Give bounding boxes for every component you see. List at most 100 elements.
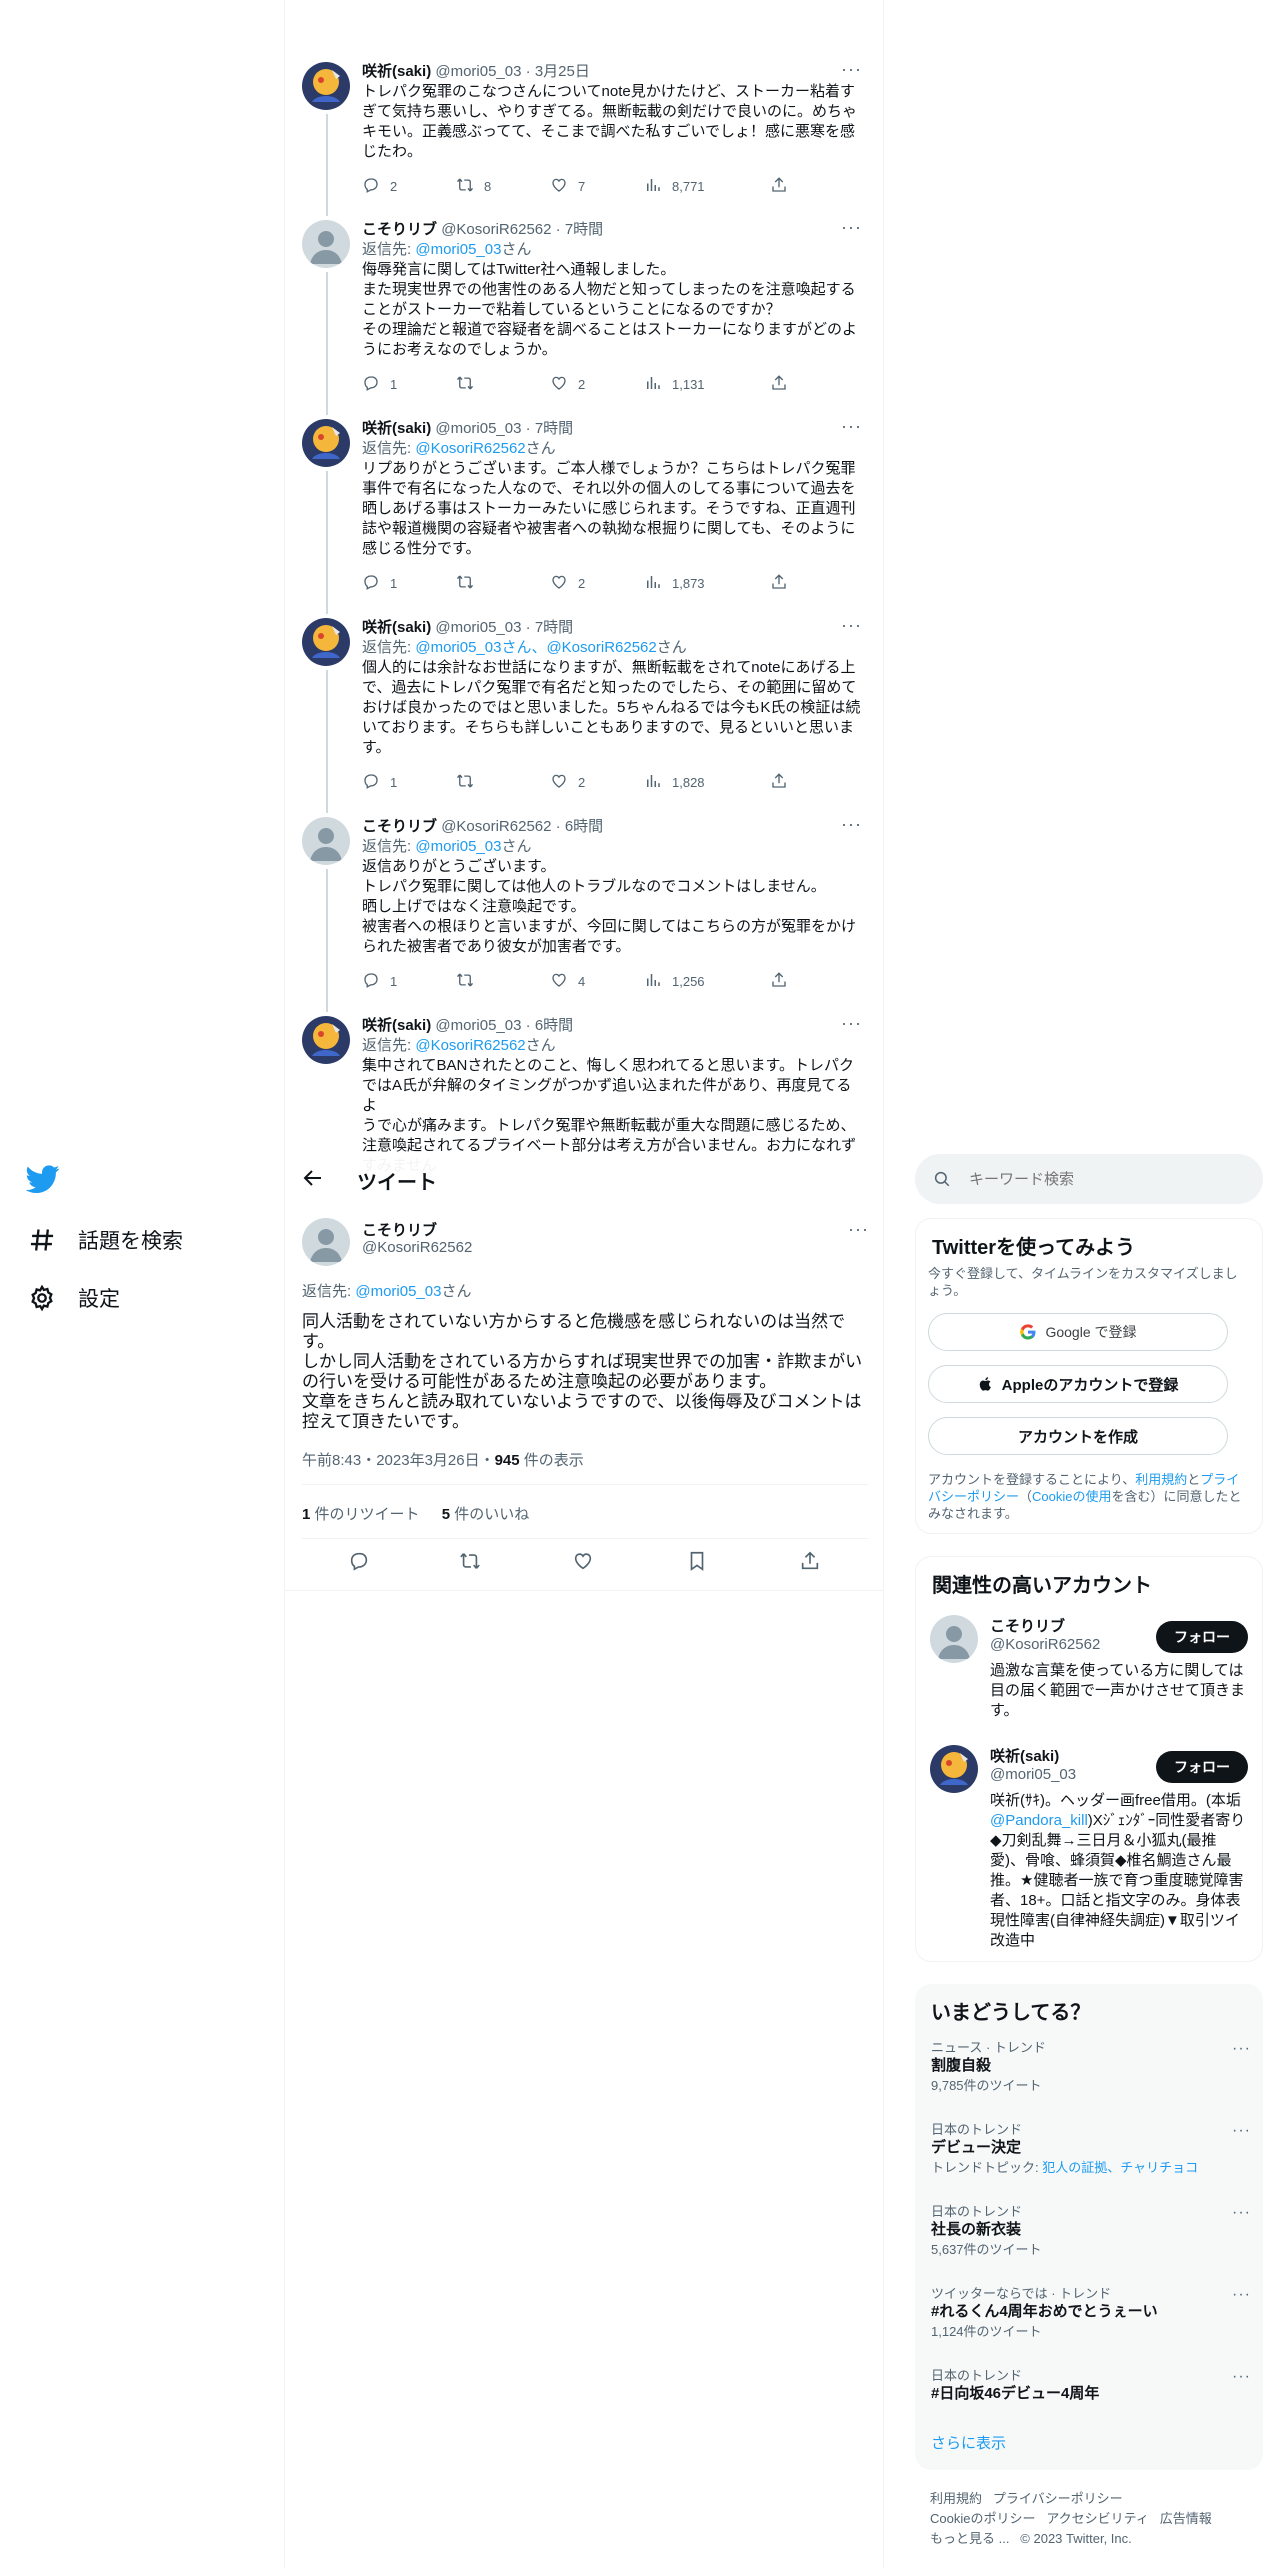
search-input[interactable] — [969, 1164, 1249, 1194]
avatar[interactable] — [930, 1745, 978, 1793]
privacy-link[interactable]: プライ — [1200, 1472, 1239, 1487]
more-icon[interactable]: ··· — [841, 60, 862, 78]
timestamp-text[interactable]: 午前8:43・2023年3月26日・ — [302, 1452, 495, 1469]
tweet-time[interactable]: 6時間 — [535, 1017, 573, 1034]
author-name[interactable]: 咲祈(saki) — [362, 63, 431, 80]
apple-signup-button[interactable]: Appleのアカウントで登録 — [928, 1365, 1228, 1403]
reply-icon[interactable] — [348, 1550, 370, 1577]
account-name[interactable]: こそりリブ — [990, 1615, 1065, 1636]
thread-tweet[interactable]: 咲祈(saki) @mori05_03 · 7時間 ··· 返信先: @mori05… — [302, 616, 868, 813]
reply-action[interactable]: 1 — [362, 573, 397, 594]
more-icon[interactable]: ··· — [841, 417, 862, 435]
create-account-button[interactable]: アカウントを作成 — [928, 1417, 1228, 1455]
tweet-time[interactable]: 6時間 — [565, 818, 603, 835]
footer-link[interactable]: 広告情報 — [1160, 2511, 1212, 2526]
views-action[interactable]: 1,828 — [644, 772, 705, 793]
nav-explore[interactable]: 話題を検索 — [28, 1220, 183, 1260]
share-action[interactable] — [770, 374, 788, 395]
like-action[interactable]: 2 — [550, 573, 585, 594]
reply-action[interactable]: 2 — [362, 176, 397, 197]
author-handle[interactable]: @KosoriR62562 — [441, 818, 551, 835]
views-action[interactable]: 8,771 — [644, 176, 705, 197]
author-name[interactable]: 咲祈(saki) — [362, 619, 431, 636]
avatar[interactable] — [302, 419, 350, 467]
twitter-logo-icon[interactable] — [25, 1162, 60, 1201]
reply-to-link[interactable]: @mori05_03 — [415, 241, 501, 258]
thread-tweet[interactable]: こそりリブ @KosoriR62562 · 6時間 ··· 返信先: @mori05… — [302, 815, 868, 1012]
retweet-action[interactable] — [456, 573, 484, 594]
more-icon[interactable]: ··· — [848, 1220, 869, 1238]
footer-link[interactable]: プライバシーポリシー — [993, 2491, 1123, 2506]
share-icon[interactable] — [799, 1550, 821, 1577]
author-handle[interactable]: @mori05_03 — [435, 619, 521, 636]
share-action[interactable] — [770, 971, 788, 992]
google-signup-button[interactable]: Google で登録 — [928, 1313, 1228, 1351]
follow-button[interactable]: フォロー — [1156, 1751, 1248, 1783]
nav-settings[interactable]: 設定 — [28, 1278, 120, 1318]
like-stat[interactable]: 5 件のいいね — [442, 1506, 530, 1523]
author-name[interactable]: こそりリブ — [362, 1219, 437, 1240]
account-name[interactable]: 咲祈(saki) — [990, 1745, 1059, 1766]
tweet-time[interactable]: 7時間 — [535, 420, 573, 437]
like-action[interactable]: 7 — [550, 176, 585, 197]
trend-item[interactable]: ニュース · トレンド 割腹自殺 9,785件のツイート ··· — [931, 2040, 1251, 2094]
avatar[interactable] — [302, 1016, 350, 1064]
terms-link[interactable]: 利用規約 — [1135, 1472, 1187, 1487]
reply-to-link[interactable]: @mori05_03さん、@KosoriR62562 — [415, 639, 656, 656]
author-name[interactable]: 咲祈(saki) — [362, 420, 431, 437]
cookie-link[interactable]: Cookieの使用 — [1032, 1489, 1111, 1504]
like-action[interactable]: 2 — [550, 374, 585, 395]
trend-item[interactable]: 日本のトレンド #日向坂46デビュー4周年 ··· — [931, 2368, 1251, 2404]
more-icon[interactable]: ··· — [841, 218, 862, 236]
thread-tweet[interactable]: 咲祈(saki) @mori05_03 · 7時間 ··· 返信先: @Kosori… — [302, 417, 868, 614]
like-action[interactable]: 4 — [550, 971, 585, 992]
share-action[interactable] — [770, 573, 788, 594]
account-handle[interactable]: @mori05_03 — [990, 1766, 1076, 1783]
reply-action[interactable]: 1 — [362, 971, 397, 992]
more-icon[interactable]: ··· — [841, 616, 862, 634]
trend-item[interactable]: ツイッターならでは · トレンド #れるくん4周年おめでとうぇーい 1,124件のツ… — [931, 2286, 1251, 2340]
avatar[interactable] — [302, 62, 350, 110]
retweet-action[interactable] — [456, 971, 484, 992]
more-icon[interactable]: ··· — [1232, 2122, 1251, 2140]
avatar[interactable] — [930, 1615, 978, 1663]
more-icon[interactable]: ··· — [841, 815, 862, 833]
retweet-action[interactable]: 8 — [456, 176, 491, 197]
like-icon[interactable] — [572, 1550, 594, 1577]
reply-to-link[interactable]: @mori05_03 — [355, 1283, 441, 1300]
trend-topic-links[interactable]: 犯人の証拠、チャリチョコ — [1042, 2160, 1198, 2175]
reply-to-link[interactable]: @KosoriR62562 — [415, 440, 525, 457]
thread-tweet[interactable]: こそりリブ @KosoriR62562 · 7時間 ··· 返信先: @mori05… — [302, 218, 868, 415]
like-action[interactable]: 2 — [550, 772, 585, 793]
back-arrow-icon[interactable] — [301, 1166, 325, 1195]
more-icon[interactable]: ··· — [1232, 2040, 1251, 2058]
footer-link[interactable]: Cookieのポリシー — [930, 2511, 1035, 2526]
views-action[interactable]: 1,131 — [644, 374, 705, 395]
retweet-icon[interactable] — [459, 1550, 481, 1577]
show-more-link[interactable]: さらに表示 — [931, 2432, 1006, 2453]
more-icon[interactable]: ··· — [841, 1014, 862, 1032]
avatar[interactable] — [302, 220, 350, 268]
retweet-action[interactable] — [456, 374, 484, 395]
author-name[interactable]: こそりリブ — [362, 221, 437, 238]
share-action[interactable] — [770, 772, 788, 793]
trend-item[interactable]: 日本のトレンド デビュー決定 トレンドトピック: 犯人の証拠、チャリチョコ ··· — [931, 2122, 1251, 2176]
retweet-stat[interactable]: 1 件のリツイート — [302, 1506, 420, 1523]
tweet-time[interactable]: 7時間 — [535, 619, 573, 636]
retweet-action[interactable] — [456, 772, 484, 793]
footer-link[interactable]: アクセシビリティ — [1046, 2511, 1149, 2526]
more-icon[interactable]: ··· — [1232, 2368, 1251, 2386]
tweet-time[interactable]: 3月25日 — [535, 63, 590, 80]
footer-more-link[interactable]: もっと見る ... — [930, 2531, 1009, 2546]
share-action[interactable] — [770, 176, 788, 197]
reply-to-link[interactable]: @mori05_03 — [415, 838, 501, 855]
views-action[interactable]: 1,873 — [644, 573, 705, 594]
more-icon[interactable]: ··· — [1232, 2286, 1251, 2304]
views-action[interactable]: 1,256 — [644, 971, 705, 992]
author-handle[interactable]: @mori05_03 — [435, 1017, 521, 1034]
author-handle[interactable]: @KosoriR62562 — [441, 221, 551, 238]
reply-to-link[interactable]: @KosoriR62562 — [415, 1037, 525, 1054]
search-box[interactable] — [915, 1154, 1263, 1204]
author-name[interactable]: こそりリブ — [362, 818, 437, 835]
reply-action[interactable]: 1 — [362, 374, 397, 395]
